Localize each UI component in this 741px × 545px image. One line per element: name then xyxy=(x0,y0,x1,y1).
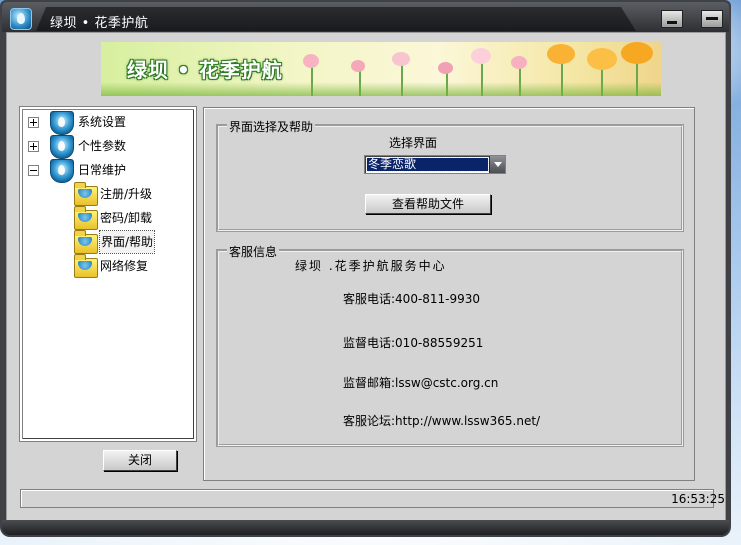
interface-help-group: 界面选择及帮助 选择界面 冬季恋歌 查看帮助文件 xyxy=(217,118,683,231)
flower-decoration xyxy=(471,48,491,64)
tree-item-label: 个性参数 xyxy=(78,139,127,153)
service-center-name: 绿坝 .花季护航服务中心 xyxy=(295,259,447,273)
collapse-minus-icon[interactable] xyxy=(28,165,39,176)
select-interface-label: 选择界面 xyxy=(389,136,438,150)
supervise-email: 监督邮箱:lssw@cstc.org.cn xyxy=(343,376,499,390)
expand-plus-icon[interactable] xyxy=(28,141,39,152)
status-time: 16:53:25 xyxy=(671,492,725,506)
flower-decoration xyxy=(511,56,527,69)
service-forum: 客服论坛:http://www.lssw365.net/ xyxy=(343,414,541,428)
expand-plus-icon[interactable] xyxy=(28,117,39,128)
service-phone: 客服电话:400-811-9930 xyxy=(343,292,481,306)
client-area: 绿坝 • 花季护航 系统设置 个性参数 日常维护 注册/升级 密码/卸载 界面/… xyxy=(6,32,726,522)
flower-decoration xyxy=(392,52,410,66)
tree-item-label: 密码/卸载 xyxy=(100,211,153,225)
service-info-group: 客服信息 绿坝 .花季护航服务中心 客服电话:400-811-9930 监督电话… xyxy=(217,243,683,446)
interface-select[interactable]: 冬季恋歌 xyxy=(364,155,506,174)
service-info-group-title: 客服信息 xyxy=(227,243,280,260)
folder-icon xyxy=(74,206,98,230)
shield-icon xyxy=(50,111,74,135)
grass-decoration xyxy=(101,82,661,96)
app-window: 绿坝 • 花季护航 绿坝 • 花季护航 系统设置 个性参数 日常维护 注册/升级… xyxy=(0,0,731,537)
window-bottom-frame xyxy=(2,520,729,535)
tree-item-label: 日常维护 xyxy=(78,163,127,177)
interface-select-value: 冬季恋歌 xyxy=(366,157,489,172)
window-title: 绿坝 • 花季护航 xyxy=(50,16,149,31)
status-bar: 16:53:25 xyxy=(20,489,725,508)
tree-item-label: 注册/升级 xyxy=(100,187,153,201)
banner-image: 绿坝 • 花季护航 xyxy=(101,42,661,96)
folder-icon xyxy=(74,182,98,206)
minimize-button[interactable] xyxy=(661,10,683,28)
folder-icon xyxy=(74,230,98,254)
supervise-phone: 监督电话:010-88559251 xyxy=(343,336,484,350)
tree-item-label-selected: 界面/帮助 xyxy=(98,230,156,254)
content-panel: 界面选择及帮助 选择界面 冬季恋歌 查看帮助文件 客服信息 绿坝 .花季护航服务… xyxy=(203,107,695,481)
flower-decoration xyxy=(303,54,319,68)
flower-decoration xyxy=(587,48,617,70)
folder-icon xyxy=(74,254,98,278)
title-bar[interactable]: 绿坝 • 花季护航 xyxy=(2,2,729,32)
view-help-button[interactable]: 查看帮助文件 xyxy=(365,194,491,214)
flower-decoration xyxy=(547,44,575,64)
nav-tree[interactable]: 系统设置 个性参数 日常维护 注册/升级 密码/卸载 界面/帮助 网络修复 xyxy=(19,106,197,442)
interface-help-group-title: 界面选择及帮助 xyxy=(227,118,316,135)
flower-decoration xyxy=(351,60,365,72)
flower-decoration xyxy=(621,42,653,64)
app-shield-icon[interactable] xyxy=(10,8,32,30)
close-window-button[interactable] xyxy=(701,10,723,28)
banner-title: 绿坝 • 花季护航 xyxy=(127,58,283,82)
dropdown-arrow-icon[interactable] xyxy=(489,156,505,173)
flower-decoration xyxy=(438,62,453,74)
tree-item-label: 系统设置 xyxy=(78,115,127,129)
tree-item-label: 网络修复 xyxy=(100,259,149,273)
close-button[interactable]: 关闭 xyxy=(103,450,177,471)
shield-icon xyxy=(50,135,74,159)
shield-icon xyxy=(50,159,74,183)
